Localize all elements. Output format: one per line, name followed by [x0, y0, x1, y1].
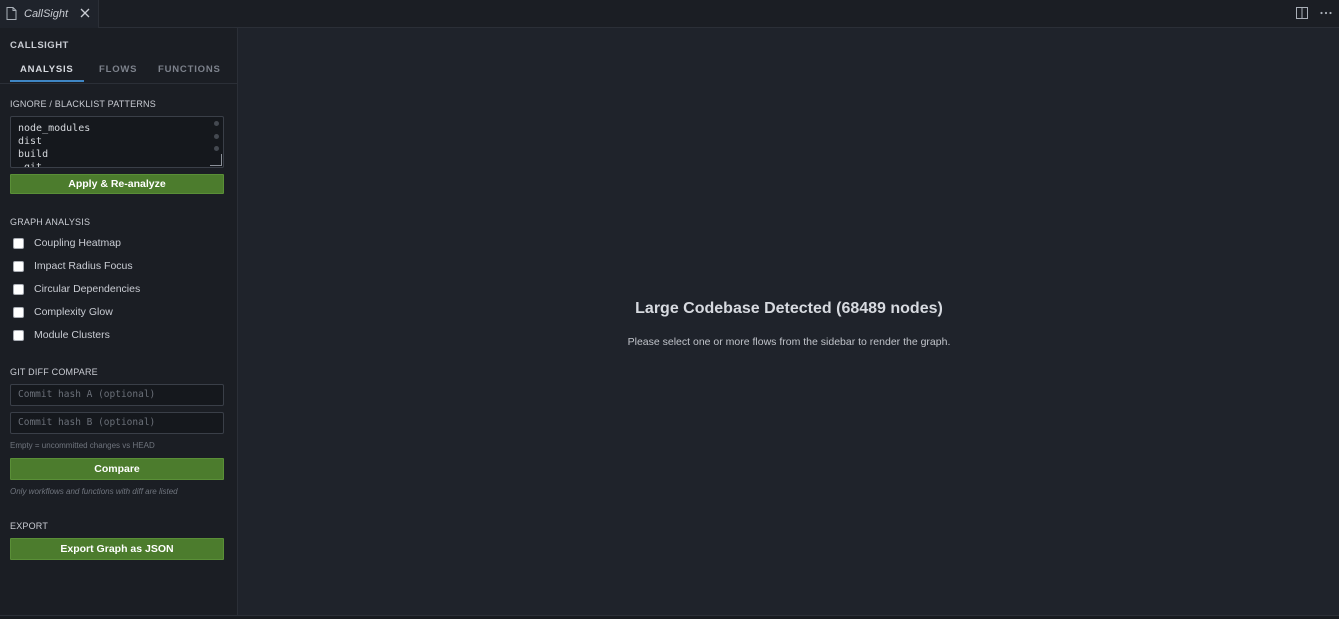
tab-callsight[interactable]: CallSight	[0, 0, 99, 28]
commit-hash-b-input[interactable]: Commit hash B (optional)	[10, 412, 224, 434]
option-coupling-heatmap[interactable]: Coupling Heatmap	[13, 237, 121, 249]
option-label: Module Clusters	[34, 329, 110, 341]
main-title: Large Codebase Detected (68489 nodes)	[635, 300, 943, 317]
option-complexity-glow[interactable]: Complexity Glow	[13, 306, 113, 318]
close-icon[interactable]	[78, 6, 92, 20]
option-label: Coupling Heatmap	[34, 237, 121, 249]
sidebar: CALLSIGHT ANALYSIS FLOWS FUNCTIONS IGNOR…	[0, 28, 238, 615]
option-label: Circular Dependencies	[34, 283, 141, 295]
file-icon	[6, 7, 18, 21]
option-impact-radius-focus[interactable]: Impact Radius Focus	[13, 260, 133, 272]
tab-bar: CallSight	[0, 0, 1339, 28]
checkbox[interactable]	[13, 283, 24, 295]
tab-functions[interactable]: FUNCTIONS	[158, 64, 221, 75]
option-label: Complexity Glow	[34, 306, 113, 318]
checkbox[interactable]	[13, 329, 24, 341]
git-diff-note: Only workflows and functions with diff a…	[10, 487, 178, 496]
tab-flows[interactable]: FLOWS	[99, 64, 137, 75]
git-diff-heading: GIT DIFF COMPARE	[10, 367, 98, 377]
export-json-button[interactable]: Export Graph as JSON	[10, 538, 224, 560]
option-circular-dependencies[interactable]: Circular Dependencies	[13, 283, 140, 295]
ignore-patterns-textarea[interactable]: node_modules dist build .git	[10, 116, 224, 168]
main-subtitle: Please select one or more flows from the…	[627, 336, 951, 348]
commit-hash-a-input[interactable]: Commit hash A (optional)	[10, 384, 224, 406]
split-editor-icon[interactable]	[1295, 6, 1309, 20]
sidebar-tabs: ANALYSIS FLOWS FUNCTIONS	[0, 60, 238, 84]
editor-actions	[1295, 6, 1333, 20]
apply-reanalyze-button[interactable]: Apply & Re-analyze	[10, 174, 224, 194]
more-icon[interactable]	[1319, 6, 1333, 20]
resize-handle-icon[interactable]	[210, 154, 222, 166]
checkbox[interactable]	[13, 306, 24, 318]
app-window: CallSight CALLSIGHT ANALYSIS FLOWS FUNCT…	[0, 0, 1339, 619]
tab-title: CallSight	[24, 8, 69, 20]
graph-canvas[interactable]: Large Codebase Detected (68489 nodes) Pl…	[239, 28, 1339, 615]
checkbox[interactable]	[13, 260, 24, 272]
ignore-patterns-text: node_modules dist build .git	[18, 123, 91, 168]
git-diff-hint: Empty = uncommitted changes vs HEAD	[10, 441, 155, 450]
option-module-clusters[interactable]: Module Clusters	[13, 329, 110, 341]
status-bar	[0, 615, 1339, 619]
app-title: CALLSIGHT	[10, 40, 69, 51]
tab-analysis[interactable]: ANALYSIS	[10, 64, 84, 82]
compare-button[interactable]: Compare	[10, 458, 224, 480]
checkbox[interactable]	[13, 237, 24, 249]
option-label: Impact Radius Focus	[34, 260, 133, 272]
textarea-scrollbar[interactable]	[214, 121, 219, 151]
ignore-heading: IGNORE / BLACKLIST PATTERNS	[10, 99, 156, 109]
export-heading: EXPORT	[10, 521, 49, 531]
graph-analysis-heading: GRAPH ANALYSIS	[10, 217, 91, 227]
